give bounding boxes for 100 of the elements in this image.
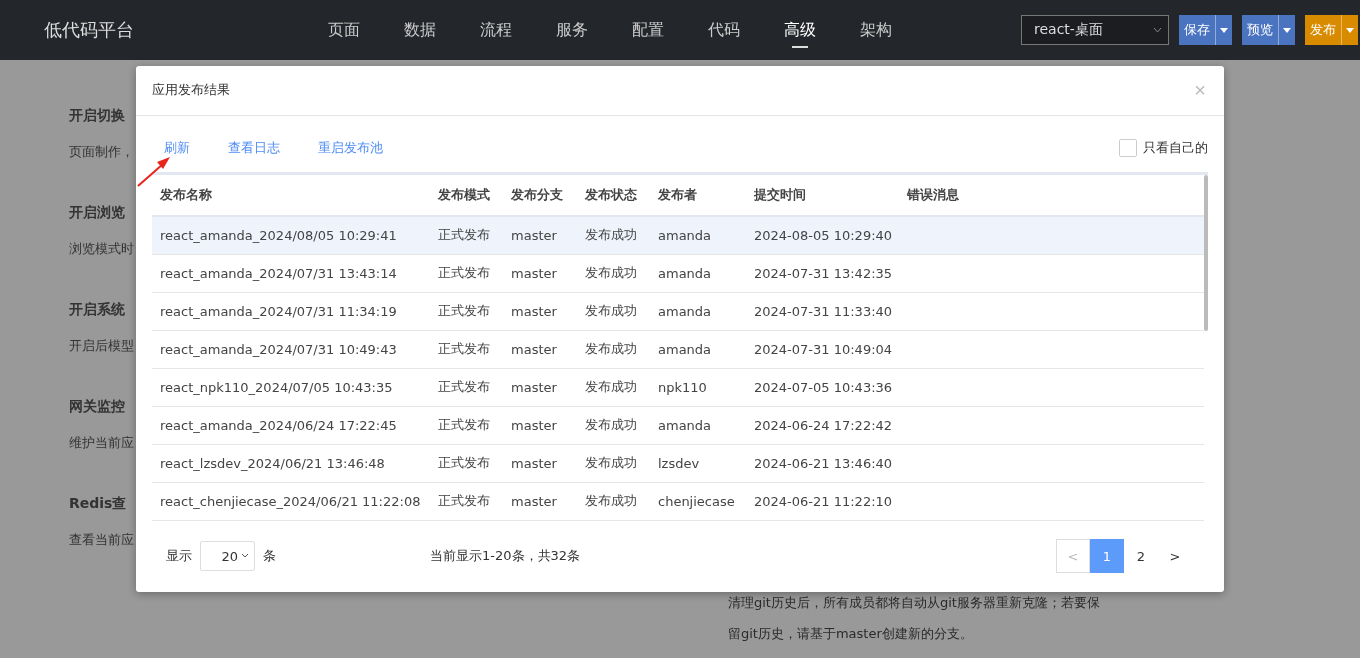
table-cell-text: 发布成功 [584, 226, 638, 245]
split-button[interactable]: 保存 [1179, 15, 1232, 45]
setting-description: 开启后模型 [69, 337, 135, 355]
table-cell-text: amanda [657, 227, 713, 243]
table-cell-text: 2024-06-24 17:22:42 [753, 417, 894, 433]
action-link[interactable]: 查看日志 [228, 139, 280, 158]
table-cell-text: amanda [657, 417, 713, 433]
table-cell-text: 正式发布 [437, 226, 491, 245]
table-cell-text: 正式发布 [437, 492, 491, 511]
setting-description: 查看当前应 [69, 531, 135, 549]
column-header: 发布名称 [159, 185, 213, 204]
table-cell-text: 发布成功 [584, 302, 638, 321]
nav-tab[interactable]: 代码 [686, 0, 762, 60]
dialog-title: 应用发布结果 [152, 81, 230, 100]
show-label: 显示 [166, 547, 192, 566]
only-mine-checkbox[interactable]: 只看自己的 [1119, 139, 1208, 158]
table-cell-text: 发布成功 [584, 492, 638, 511]
table-cell-text: 2024-07-31 13:42:35 [753, 265, 894, 281]
setting-description: 页面制作， [69, 143, 135, 161]
page-button[interactable]: > [1158, 539, 1192, 574]
table-cell-text: react_chenjiecase_2024/06/21 11:22:08 [159, 493, 422, 509]
nav-tab[interactable]: 架构 [838, 0, 914, 60]
table-cell-text: react_amanda_2024/07/31 11:34:19 [159, 303, 398, 319]
table-cell-text: 发布成功 [584, 340, 638, 359]
table-cell-text: 正式发布 [437, 340, 491, 359]
table-cell-text: 正式发布 [437, 264, 491, 283]
table-cell-text: 正式发布 [437, 454, 491, 473]
table-cell-text: react_amanda_2024/08/05 10:29:41 [159, 227, 398, 243]
table-cell-text: 2024-08-05 10:29:40 [753, 227, 894, 243]
table-cell-text: react_npk110_2024/07/05 10:43:35 [159, 379, 394, 395]
table-cell-text: 发布成功 [584, 378, 638, 397]
table-row[interactable]: react_amanda_2024/07/31 11:34:19 正式发布 master 发布成功 amanda 2024-07-31 11:33:40 [152, 292, 1204, 331]
table-cell-text: master [510, 303, 558, 319]
column-header: 错误消息 [906, 185, 960, 204]
table-cell-text: master [510, 265, 558, 281]
nav-tab[interactable]: 高级 [762, 0, 838, 60]
column-header: 发布状态 [584, 185, 638, 204]
nav-tab[interactable]: 配置 [610, 0, 686, 60]
column-header: 提交时间 [753, 185, 807, 204]
page-button[interactable]: 2 [1124, 539, 1158, 574]
table-cell-text: master [510, 227, 558, 243]
table-cell-text: react_amanda_2024/07/31 13:43:14 [159, 265, 398, 281]
table-cell-text: 2024-06-21 13:46:40 [753, 455, 894, 471]
action-link[interactable]: 刷新 [164, 139, 190, 158]
column-header: 发布分支 [510, 185, 564, 204]
column-header: 发布者 [657, 185, 698, 204]
table-row[interactable]: react_amanda_2024/08/05 10:29:41 正式发布 master 发布成功 amanda 2024-08-05 10:29:40 [152, 216, 1204, 255]
table-cell-text: react_amanda_2024/07/31 10:49:43 [159, 341, 398, 357]
setting-heading: 开启切换 [69, 107, 126, 125]
caret-icon [1346, 27, 1354, 33]
table-cell-text: master [510, 493, 558, 509]
table-cell-text: 正式发布 [437, 416, 491, 435]
table-cell-text: master [510, 455, 558, 471]
nav-tab[interactable]: 数据 [382, 0, 458, 60]
nav-tab[interactable]: 流程 [458, 0, 534, 60]
table-row[interactable]: react_amanda_2024/06/24 17:22:45 正式发布 master 发布成功 amanda 2024-06-24 17:22:42 [152, 406, 1204, 445]
table-cell-text: 发布成功 [584, 264, 638, 283]
table-cell-text: 2024-06-21 11:22:10 [753, 493, 894, 509]
table-row[interactable]: react_lzsdev_2024/06/21 13:46:48 正式发布 master 发布成功 lzsdev 2024-06-21 13:46:40 [152, 444, 1204, 483]
caret-icon [1220, 27, 1228, 33]
table-cell-text: amanda [657, 341, 713, 357]
table-cell-text: 正式发布 [437, 302, 491, 321]
table-cell-text: 正式发布 [437, 378, 491, 397]
page-summary: 当前显示1-20条，共32条 [430, 547, 581, 566]
setting-heading: 网关监控 [69, 398, 126, 416]
nav-tab[interactable]: 服务 [534, 0, 610, 60]
table-cell-text: 2024-07-31 10:49:04 [753, 341, 894, 357]
setting-description: 维护当前应 [69, 434, 135, 452]
page-size-select[interactable]: 20 [200, 541, 255, 572]
table-cell-text: 2024-07-05 10:43:36 [753, 379, 894, 395]
table-cell-text: 发布成功 [584, 454, 638, 473]
table-cell-text: master [510, 379, 558, 395]
table-row[interactable]: react_amanda_2024/07/31 10:49:43 正式发布 master 发布成功 amanda 2024-07-31 10:49:04 [152, 330, 1204, 369]
setting-heading: 开启浏览 [69, 204, 126, 222]
table-cell-text: chenjiecase [657, 493, 736, 509]
git-note: 清理git历史后，所有成员都将自动从git服务器重新克隆；若要保留git历史，请基于master创建新的分支。 [728, 594, 1100, 643]
scrollbar[interactable] [1204, 174, 1208, 331]
nav-tab[interactable]: 页面 [306, 0, 382, 60]
table-cell-text: react_lzsdev_2024/06/21 13:46:48 [159, 455, 386, 471]
target-select[interactable]: react-桌面 [1021, 15, 1169, 45]
caret-icon [1283, 27, 1291, 33]
column-header: 发布模式 [437, 185, 491, 204]
table-row[interactable]: react_npk110_2024/07/05 10:43:35 正式发布 master 发布成功 npk110 2024-07-05 10:43:36 [152, 368, 1204, 407]
table-cell-text: react_amanda_2024/06/24 17:22:45 [159, 417, 398, 433]
table-row[interactable]: react_amanda_2024/07/31 13:43:14 正式发布 master 发布成功 amanda 2024-07-31 13:42:35 [152, 254, 1204, 293]
arrow-drawing [137, 154, 171, 187]
unit-label: 条 [263, 547, 276, 566]
table-cell-text: 2024-07-31 11:33:40 [753, 303, 894, 319]
setting-heading: Redis查 [69, 495, 128, 513]
table-cell-text: 发布成功 [584, 416, 638, 435]
table-row[interactable]: react_chenjiecase_2024/06/21 11:22:08 正式发布 master 发布成功 chenjiecase 2024-06-21 11:22:10 [152, 482, 1204, 521]
chevron-icon [241, 553, 249, 560]
action-link[interactable]: 重启发布池 [318, 139, 383, 158]
setting-description: 浏览模式时 [69, 240, 135, 258]
table-cell-text: npk110 [657, 379, 708, 395]
split-button[interactable]: 预览 [1242, 15, 1295, 45]
table-cell-text: lzsdev [657, 455, 701, 471]
app-title: 低代码平台 [44, 18, 135, 42]
table-cell-text: master [510, 341, 558, 357]
table-cell-text: amanda [657, 265, 713, 281]
